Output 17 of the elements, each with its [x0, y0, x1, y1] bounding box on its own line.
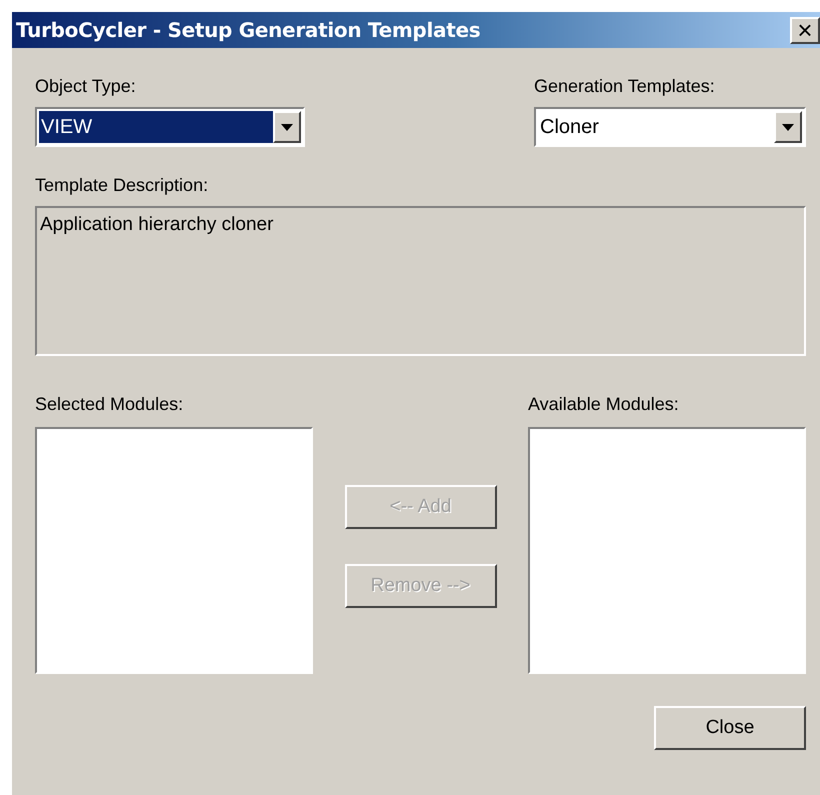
dropdown-arrow-button[interactable] — [273, 111, 301, 143]
field-label: Generation Templates: — [534, 76, 715, 97]
object-type-dropdown[interactable]: VIEW — [35, 107, 305, 147]
field-label: Template Description: — [35, 175, 208, 196]
caret-icon — [281, 124, 293, 130]
close-button[interactable]: × — [790, 16, 820, 44]
generation-templates-dropdown[interactable]: Cloner — [534, 107, 806, 147]
window-title: TurboCycler - Setup Generation Templates — [16, 18, 480, 42]
field-label: Object Type: — [35, 76, 136, 97]
list-label: Available Modules: — [528, 394, 679, 415]
list-label: Selected Modules: — [35, 394, 184, 415]
close-dialog-button[interactable]: Close — [654, 706, 806, 750]
dropdown-arrow-button[interactable] — [774, 111, 802, 143]
caret-icon — [782, 124, 794, 130]
dropdown-value: Cloner — [539, 114, 600, 140]
description-field[interactable]: Application hierarchy cloner — [35, 206, 806, 356]
dropdown-value: VIEW — [39, 111, 273, 143]
